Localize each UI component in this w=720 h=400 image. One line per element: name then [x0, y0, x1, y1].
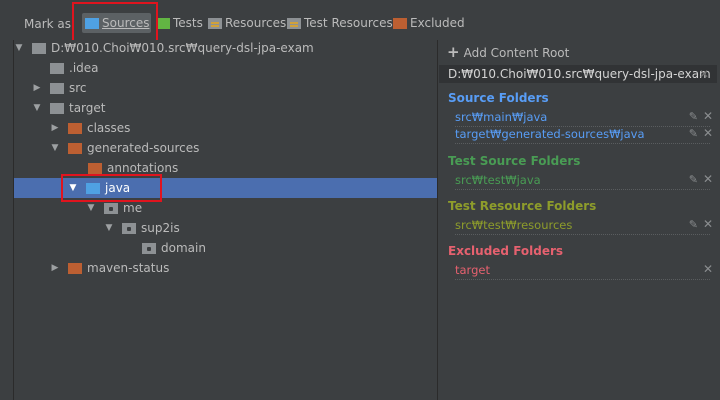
tree-row-generated-sources[interactable]: ▼ generated-sources	[14, 138, 473, 158]
tests-folder-icon	[156, 17, 170, 29]
tree-row-label: .idea	[69, 61, 99, 75]
tree-row-classes[interactable]: ▶ classes	[14, 118, 473, 138]
tree-row-label: java	[105, 181, 131, 195]
expand-arrow-icon[interactable]: ▼	[104, 223, 114, 233]
tree-row-label: me	[123, 201, 143, 215]
mark-excluded-label: Excluded	[410, 16, 465, 30]
test-resource-folder-path: src₩test₩resources	[455, 218, 573, 232]
tree-row-target[interactable]: ▼ target	[14, 98, 455, 118]
mark-sources-label: Sources	[102, 16, 150, 30]
remove-content-root-icon[interactable]: ✕	[699, 65, 709, 83]
content-root-panel: + Add Content Root D:₩010.Choi₩010.src₩qu…	[437, 40, 720, 400]
plus-icon: +	[447, 43, 460, 61]
package-icon	[104, 202, 118, 214]
source-folders-title: Source Folders	[448, 91, 549, 105]
test-source-folder-entry: src₩test₩java ✎ ✕	[455, 172, 713, 190]
mark-excluded-button[interactable]: Excluded	[393, 13, 465, 33]
collapsed-arrow-icon[interactable]: ▶	[50, 123, 60, 133]
source-folder-entry: src₩main₩java ✎ ✕	[455, 109, 713, 127]
remove-icon[interactable]: ✕	[703, 126, 713, 140]
excluded-folder-icon	[393, 17, 407, 29]
excluded-folders-title: Excluded Folders	[448, 244, 564, 258]
source-folder-icon	[86, 182, 100, 194]
package-icon	[142, 242, 156, 254]
excluded-folder-icon	[68, 122, 82, 134]
package-icon	[122, 222, 136, 234]
test-resource-folders-title: Test Resource Folders	[448, 199, 597, 213]
edit-pencil-icon[interactable]: ✎	[689, 127, 698, 140]
mark-sources-button[interactable]: Sources	[82, 13, 152, 33]
expand-arrow-icon[interactable]: ▼	[86, 203, 96, 213]
project-tree[interactable]: ▼ D:₩010.Choi₩010.src₩query-dsl-jpa-exam…	[0, 38, 491, 400]
expand-arrow-icon[interactable]: ▼	[32, 103, 42, 113]
sources-folder-icon	[85, 17, 99, 29]
tree-row-maven-status[interactable]: ▶ maven-status	[14, 258, 473, 278]
excluded-folder-icon	[68, 262, 82, 274]
remove-icon[interactable]: ✕	[703, 109, 713, 123]
excluded-folder-icon	[68, 142, 82, 154]
edit-pencil-icon[interactable]: ✎	[689, 110, 698, 123]
mark-as-toolbar: Mark as: Sources Tests Resources Test Re…	[0, 0, 720, 40]
tree-row-label: D:₩010.Choi₩010.src₩query-dsl-jpa-exam	[51, 41, 314, 55]
remove-icon[interactable]: ✕	[703, 172, 713, 186]
tree-row-label: maven-status	[87, 261, 170, 275]
test-source-folders-title: Test Source Folders	[448, 154, 581, 168]
mark-tests-label: Tests	[173, 16, 203, 30]
folder-icon	[50, 102, 64, 114]
source-folder-path: src₩main₩java	[455, 110, 548, 124]
mark-test-resources-label: Test Resources	[304, 16, 393, 30]
tree-row-java[interactable]: ▼ java	[14, 178, 491, 198]
tree-row-src[interactable]: ▶ src	[14, 78, 455, 98]
resources-folder-icon	[208, 17, 222, 29]
content-root-path: D:₩010.Choi₩010.src₩query-dsl-jpa-exam	[448, 67, 711, 81]
tree-row-me[interactable]: ▼ me	[14, 198, 509, 218]
tree-row-label: classes	[87, 121, 131, 135]
remove-icon[interactable]: ✕	[703, 262, 713, 276]
test-resources-folder-icon	[287, 17, 301, 29]
folder-icon	[50, 82, 64, 94]
content-root-header: D:₩010.Choi₩010.src₩query-dsl-jpa-exam ✕	[439, 65, 717, 83]
folder-icon	[50, 62, 64, 74]
mark-resources-label: Resources	[225, 16, 287, 30]
tree-row-label: domain	[161, 241, 206, 255]
mark-test-resources-button[interactable]: Test Resources	[287, 13, 393, 33]
tree-row-label: generated-sources	[87, 141, 200, 155]
collapsed-arrow-icon[interactable]: ▶	[32, 83, 42, 93]
collapsed-arrow-icon[interactable]: ▶	[50, 263, 60, 273]
tree-row-idea[interactable]: .idea	[14, 58, 473, 78]
tree-row-label: src	[69, 81, 87, 95]
add-content-root-button[interactable]: + Add Content Root	[447, 43, 569, 61]
tree-row-label: target	[69, 101, 106, 115]
add-content-root-label: Add Content Root	[463, 46, 570, 60]
test-source-folder-path: src₩test₩java	[455, 173, 541, 187]
tree-row-root[interactable]: ▼ D:₩010.Choi₩010.src₩query-dsl-jpa-exam	[14, 38, 437, 58]
excluded-folder-path: target	[455, 263, 490, 277]
mark-as-label: Mark as:	[24, 17, 76, 31]
excluded-folder-icon	[88, 162, 102, 174]
remove-icon[interactable]: ✕	[703, 217, 713, 231]
mark-resources-button[interactable]: Resources	[208, 13, 286, 33]
tree-row-label: annotations	[107, 161, 179, 175]
edit-pencil-icon[interactable]: ✎	[689, 173, 698, 186]
expand-arrow-icon[interactable]: ▼	[68, 183, 78, 193]
source-folder-path: target₩generated-sources₩java	[455, 127, 645, 141]
excluded-folder-entry: target ✕	[455, 262, 713, 280]
edit-pencil-icon[interactable]: ✎	[689, 218, 698, 231]
module-folder-icon	[32, 42, 46, 54]
test-resource-folder-entry: src₩test₩resources ✎ ✕	[455, 217, 713, 235]
source-folder-entry: target₩generated-sources₩java ✎ ✕	[455, 126, 713, 144]
tree-row-label: sup2is	[141, 221, 180, 235]
expand-arrow-icon[interactable]: ▼	[14, 43, 24, 53]
expand-arrow-icon[interactable]: ▼	[50, 143, 60, 153]
mark-tests-button[interactable]: Tests	[156, 13, 203, 33]
